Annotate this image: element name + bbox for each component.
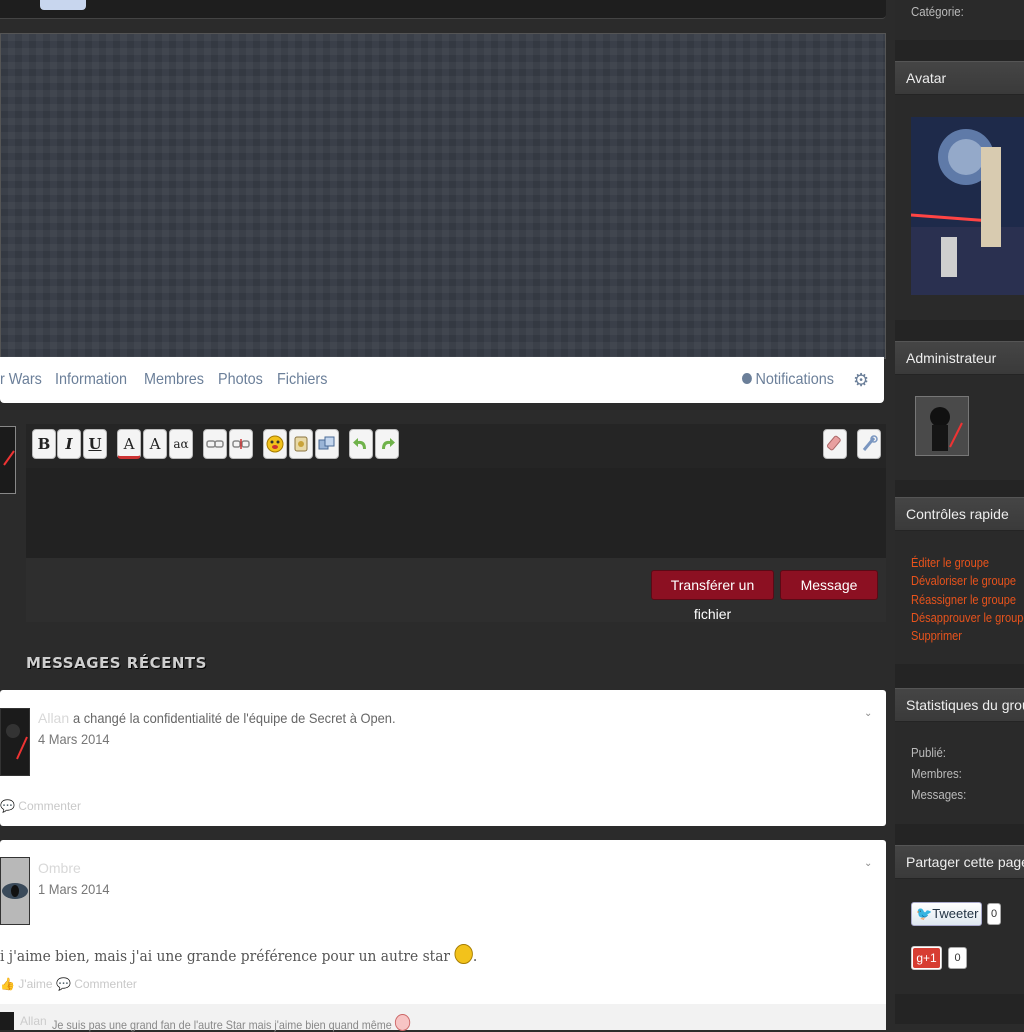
link-icon[interactable] (203, 429, 227, 459)
chevron-down-icon[interactable]: ⌄ (864, 708, 872, 719)
message-textarea[interactable] (26, 468, 886, 558)
font-color-button[interactable]: A (117, 429, 141, 459)
minus-circle-icon (742, 373, 752, 384)
italic-button[interactable]: I (57, 429, 81, 459)
underline-button[interactable]: U (83, 429, 107, 459)
admin-heading: Administrateur (895, 341, 1024, 374)
post-date: 4 Mars 2014 (38, 731, 110, 747)
top-tab[interactable] (40, 0, 86, 10)
gear-icon[interactable]: ⚙ (853, 371, 871, 389)
gplus-label: +1 (923, 951, 937, 965)
notifications-button[interactable]: Notifications (742, 371, 834, 389)
post-body: i j'aime bien, mais j'ai une grande préf… (0, 944, 477, 965)
group-avatar-image[interactable] (910, 117, 1024, 295)
group-cover-banner (0, 33, 886, 359)
group-nav-bar: r Wars Information Membres Photos Fichie… (0, 357, 884, 403)
post-username[interactable]: Ombre (38, 860, 81, 876)
tweet-label: Tweeter (932, 906, 979, 921)
font-size-button[interactable]: A (143, 429, 167, 459)
group-title-link[interactable]: r Wars (0, 371, 42, 389)
disapprove-group-link[interactable]: Désapprouver le groupe (911, 610, 1024, 625)
post-message-button[interactable]: Message (780, 570, 878, 600)
group-stats-heading: Statistiques du groupe (895, 688, 1024, 721)
darth-vader-avatar-icon (1, 709, 29, 775)
avatar (0, 708, 30, 776)
edit-group-link[interactable]: Éditer le groupe (911, 555, 989, 570)
unlink-icon[interactable] (229, 429, 253, 459)
devalue-group-link[interactable]: Dévaloriser le groupe (911, 573, 1016, 588)
eraser-icon[interactable] (823, 429, 847, 459)
post-body-text: i j'aime bien, mais j'ai une grande préf… (0, 947, 451, 965)
avatar (0, 857, 30, 925)
reply-row: Allan Je suis pas une grand fan de l'aut… (0, 1004, 886, 1032)
gplus-button[interactable]: g+1 (911, 946, 942, 970)
tab-photos[interactable]: Photos (218, 371, 263, 389)
image-icon[interactable] (289, 429, 313, 459)
darth-vader-avatar-icon (916, 397, 968, 455)
post-actions: 👍 J'aime 💬 Commenter (0, 977, 137, 991)
tab-membres[interactable]: Membres (144, 371, 204, 389)
reply-text-content: Je suis pas une grand fan de l'autre Sta… (52, 1018, 392, 1032)
upload-file-button[interactable]: Transférer un fichier (651, 570, 774, 622)
eye-avatar-icon (1, 858, 29, 924)
undo-icon[interactable] (349, 429, 373, 459)
share-block (895, 879, 1024, 994)
media-icon[interactable] (315, 429, 339, 459)
reply-username[interactable]: Allan (20, 1014, 47, 1028)
gplus-g-icon: g (916, 951, 923, 965)
emoticon-icon[interactable] (263, 429, 287, 459)
activity-card: Allan a changé la confidentialité de l'é… (0, 690, 886, 826)
delete-group-link[interactable]: Supprimer (911, 628, 962, 643)
stat-published: Publié: (911, 745, 946, 760)
category-label: Catégorie: (911, 4, 964, 19)
redo-icon[interactable] (375, 429, 399, 459)
post-username[interactable]: Allan (38, 710, 69, 726)
post-body-end: . (472, 947, 478, 965)
tab-information[interactable]: Information (55, 371, 127, 389)
gplus-count: 0 (948, 947, 967, 969)
smiley-icon (394, 1014, 411, 1031)
tweet-count: 0 (987, 903, 1001, 925)
tweet-button[interactable]: 🐦Tweeter (911, 902, 982, 926)
darth-vader-avatar-icon (0, 427, 15, 493)
comment-link[interactable]: 💬 Commenter (0, 799, 81, 813)
comment-label: Commenter (74, 977, 137, 991)
share-heading: Partager cette page (895, 845, 1024, 878)
recent-messages-heading: MESSAGES RÉCENTS (26, 654, 207, 672)
bold-button[interactable]: B (32, 429, 56, 459)
admin-avatar[interactable] (915, 396, 969, 456)
chevron-down-icon[interactable]: ⌄ (864, 858, 872, 869)
smiley-icon (454, 944, 473, 964)
post-date: 1 Mars 2014 (38, 881, 110, 897)
font-family-button[interactable]: aα (169, 429, 193, 459)
activity-card: Ombre 1 Mars 2014 ⌄ i j'aime bien, mais … (0, 840, 886, 1032)
like-link[interactable]: 👍 J'aime (0, 977, 53, 991)
comment-link[interactable]: 💬 Commenter (56, 977, 137, 991)
avatar (0, 1012, 14, 1030)
avatar-heading: Avatar (895, 61, 1024, 94)
stat-messages: Messages: (911, 787, 967, 802)
current-user-avatar (0, 426, 16, 494)
stat-members: Membres: (911, 766, 962, 781)
notifications-label: Notifications (755, 371, 834, 388)
tab-fichiers[interactable]: Fichiers (277, 371, 327, 389)
source-tools-icon[interactable] (857, 429, 881, 459)
reassign-group-link[interactable]: Réassigner le groupe (911, 592, 1016, 607)
twitter-bird-icon: 🐦 (916, 906, 933, 921)
post-text: a changé la confidentialité de l'équipe … (73, 710, 396, 726)
top-bar (0, 0, 886, 19)
comment-label: Commenter (18, 799, 81, 813)
star-wars-poster-image (910, 117, 1024, 295)
like-label: J'aime (18, 977, 53, 991)
reply-text: Je suis pas une grand fan de l'autre Sta… (52, 1014, 411, 1032)
quick-controls-heading: Contrôles rapide (895, 497, 1024, 530)
